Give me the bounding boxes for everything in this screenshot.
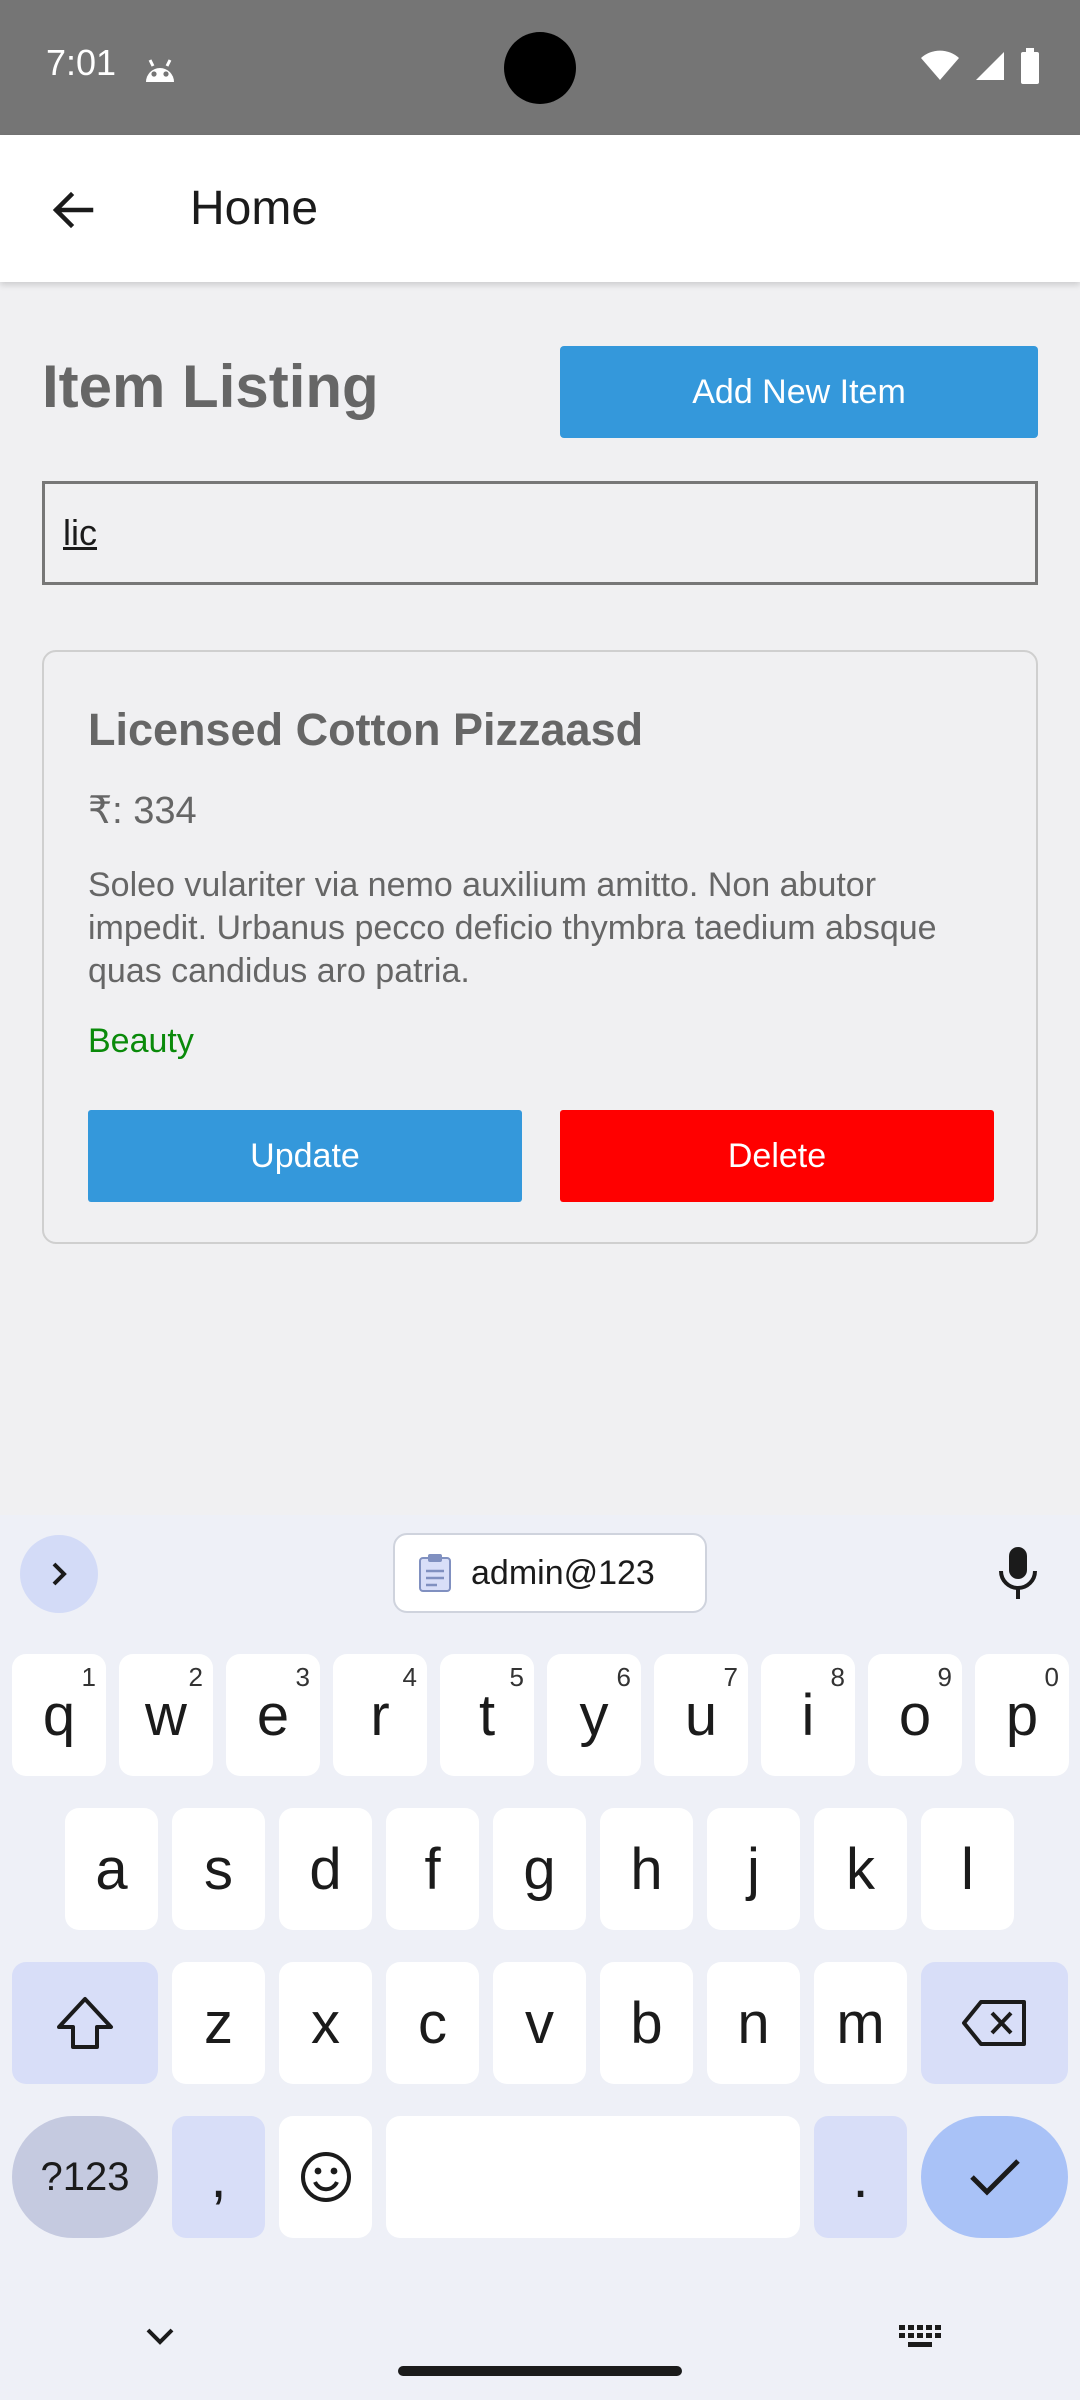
enter-key[interactable] [921, 2116, 1068, 2238]
wifi-icon [920, 50, 960, 87]
key-b[interactable]: b [600, 1962, 693, 2084]
page-title: Home [190, 182, 319, 235]
key-z[interactable]: z [172, 1962, 265, 2084]
microphone-icon [999, 1547, 1037, 1599]
battery-icon [1020, 47, 1040, 89]
key-w[interactable]: w2 [119, 1654, 213, 1776]
key-x[interactable]: x [279, 1962, 372, 2084]
search-input[interactable]: lic [42, 481, 1038, 585]
item-description: Soleo vulariter via nemo auxilium amitto… [88, 866, 937, 990]
key-m[interactable]: m [814, 1962, 907, 2084]
key-a[interactable]: a [65, 1808, 158, 1930]
key-j[interactable]: j [707, 1808, 800, 1930]
chevron-down-icon [146, 2328, 174, 2345]
shift-key[interactable] [12, 1962, 158, 2084]
key-q[interactable]: q1 [12, 1654, 106, 1776]
item-card: Licensed Cotton Pizzaasd ₹: 334 Soleo vu… [42, 650, 1038, 1244]
key-l[interactable]: l [921, 1808, 1014, 1930]
add-new-item-button[interactable]: Add New Item [560, 346, 1038, 438]
clipboard-icon [419, 1554, 451, 1592]
clipboard-suggestion[interactable]: admin@123 [393, 1533, 707, 1613]
update-button[interactable]: Update [88, 1110, 522, 1202]
key-d[interactable]: d [279, 1808, 372, 1930]
item-price: ₹: 334 [88, 790, 197, 832]
android-robot-icon [142, 52, 178, 84]
backspace-key[interactable] [921, 1962, 1068, 2084]
emoji-icon [300, 2152, 351, 2202]
keyboard-expand-button[interactable] [20, 1535, 98, 1613]
status-time: 7:01 [46, 42, 117, 83]
key-c[interactable]: c [386, 1962, 479, 2084]
soft-keyboard: admin@123 q1 w2 e3 r4 t5 y6 u7 i8 o9 p0 … [0, 1515, 1080, 2400]
item-title: Licensed Cotton Pizzaasd [88, 704, 644, 755]
search-input-value: lic [63, 512, 97, 553]
status-icons [920, 47, 1040, 89]
period-key[interactable]: . [814, 2116, 907, 2238]
item-listing-heading: Item Listing [42, 353, 379, 420]
arrow-left-icon [52, 191, 94, 229]
key-v[interactable]: v [493, 1962, 586, 2084]
key-s[interactable]: s [172, 1808, 265, 1930]
key-u[interactable]: u7 [654, 1654, 748, 1776]
delete-button[interactable]: Delete [560, 1110, 994, 1202]
camera-cutout [504, 32, 576, 104]
checkmark-icon [969, 2159, 1020, 2196]
app-bar: Home [0, 135, 1080, 282]
key-i[interactable]: i8 [761, 1654, 855, 1776]
back-button[interactable] [40, 177, 106, 243]
hide-keyboard-button[interactable] [138, 2315, 182, 2359]
key-n[interactable]: n [707, 1962, 800, 2084]
key-r[interactable]: r4 [333, 1654, 427, 1776]
space-key[interactable] [386, 2116, 800, 2238]
shift-icon [57, 1997, 113, 2049]
home-gesture-bar[interactable] [398, 2366, 682, 2376]
chevron-right-icon [52, 1562, 67, 1586]
keyboard-icon [899, 2325, 941, 2347]
status-bar: 7:01 [0, 0, 1080, 135]
comma-key[interactable]: , [172, 2116, 265, 2238]
microphone-button[interactable] [990, 1543, 1046, 1603]
item-category: Beauty [88, 1022, 194, 1060]
emoji-key[interactable] [279, 2116, 372, 2238]
key-f[interactable]: f [386, 1808, 479, 1930]
key-t[interactable]: t5 [440, 1654, 534, 1776]
key-o[interactable]: o9 [868, 1654, 962, 1776]
key-g[interactable]: g [493, 1808, 586, 1930]
key-k[interactable]: k [814, 1808, 907, 1930]
key-y[interactable]: y6 [547, 1654, 641, 1776]
clipboard-text: admin@123 [471, 1553, 655, 1592]
backspace-icon [961, 2000, 1026, 2046]
signal-icon [974, 50, 1006, 87]
keyboard-switch-button[interactable] [896, 2315, 946, 2359]
symbols-key[interactable]: ?123 [12, 2116, 158, 2238]
key-e[interactable]: e3 [226, 1654, 320, 1776]
key-h[interactable]: h [600, 1808, 693, 1930]
key-p[interactable]: p0 [975, 1654, 1069, 1776]
